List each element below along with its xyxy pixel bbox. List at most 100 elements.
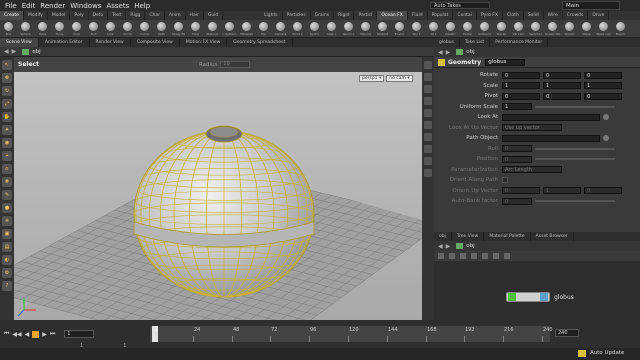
paint-tool-icon[interactable]: ✎	[2, 190, 12, 200]
pane-tab-5[interactable]: Geometry Spreadsheet	[227, 38, 293, 47]
shelf-tool-17[interactable]: Point L	[289, 20, 306, 38]
display-tool-icon[interactable]: ◐	[2, 255, 12, 265]
shelf-tool-22[interactable]: Distant	[374, 20, 391, 38]
shelf-tool-21[interactable]: Volume	[357, 20, 374, 38]
network-canvas[interactable]: globus	[434, 261, 640, 320]
shelf-tool-4[interactable]: Grid	[68, 20, 85, 38]
net-forward-icon[interactable]: ▶	[446, 243, 451, 250]
menu-edit[interactable]: Edit	[22, 2, 36, 10]
shelf-tool-36[interactable]: Beach	[612, 20, 629, 38]
shelf-tool-19[interactable]: Area L	[323, 20, 340, 38]
shelf-tool-31[interactable]: Switcher	[527, 20, 544, 38]
net-grid-icon[interactable]	[438, 253, 444, 259]
param-field[interactable]: 0	[502, 155, 532, 163]
camera-menu[interactable]: no cam ▾	[386, 75, 413, 82]
current-frame-field[interactable]: 1	[64, 330, 95, 338]
view-tool-icon[interactable]: ◉	[2, 138, 12, 148]
menu-windows[interactable]: Windows	[70, 2, 101, 10]
param-field[interactable]: 0	[543, 71, 581, 79]
template-icon[interactable]	[424, 145, 432, 153]
handle-tool-icon[interactable]: ✋	[2, 112, 12, 122]
radius-field[interactable]: 10	[220, 61, 251, 68]
shelf-tool-23[interactable]: Enviro	[391, 20, 408, 38]
shelf-tool-27[interactable]: Portal	[459, 20, 476, 38]
viewport-path[interactable]: obj	[32, 49, 40, 55]
net-flag-icon[interactable]	[504, 253, 510, 259]
goto-end-icon[interactable]: ⏭	[50, 330, 55, 338]
shelf-tool-34[interactable]: Wave	[578, 20, 595, 38]
menu-render[interactable]: Render	[40, 2, 65, 10]
lighting-icon[interactable]	[424, 97, 432, 105]
param-field[interactable]: 1	[543, 82, 581, 90]
pane-tab-0[interactable]: Scene View	[0, 38, 39, 47]
shaded-icon[interactable]	[424, 85, 432, 93]
light-tool-icon[interactable]: ☀	[2, 216, 12, 226]
shelf-tool-24[interactable]: Sky L	[408, 20, 425, 38]
param-field[interactable]: 1	[502, 82, 540, 90]
network-tab-2[interactable]: Material Palette	[484, 232, 531, 241]
shelf-tool-3[interactable]: Torus	[51, 20, 68, 38]
take-selector[interactable]: Auto Takes	[430, 2, 490, 9]
param-field[interactable]: 0	[502, 197, 532, 205]
display-options-icon[interactable]	[424, 61, 432, 69]
prims-icon[interactable]	[424, 133, 432, 141]
shelf-tool-7[interactable]: Circle	[119, 20, 136, 38]
shelf-tool-28[interactable]: Ambient	[476, 20, 493, 38]
shelf-tool-20[interactable]: Geom L	[340, 20, 357, 38]
shelf-tool-11[interactable]: Font	[187, 20, 204, 38]
points-icon[interactable]	[424, 121, 432, 129]
render-flag-icon[interactable]	[540, 293, 548, 301]
rotate-tool-icon[interactable]: ↻	[2, 86, 12, 96]
param-back-icon[interactable]: ◀	[438, 49, 443, 56]
net-color-icon[interactable]	[471, 253, 477, 259]
ghost-icon[interactable]	[424, 157, 432, 165]
shelf-tool-30[interactable]: VR Cam	[510, 20, 527, 38]
pane-tab-1[interactable]: Animation Editor	[39, 38, 90, 47]
param-field[interactable]: 0	[543, 92, 581, 100]
net-list-icon[interactable]	[449, 253, 455, 259]
shelf-tool-1[interactable]: Sphere	[17, 20, 34, 38]
shelf-tool-13[interactable]: L-System	[221, 20, 238, 38]
wireframe-icon[interactable]	[424, 73, 432, 81]
network-path[interactable]: obj	[466, 243, 474, 249]
shelf-tool-29[interactable]: Stereo	[493, 20, 510, 38]
shelf-tool-0[interactable]: Box	[0, 20, 17, 38]
shelf-tool-12[interactable]: Platonic	[204, 20, 221, 38]
pane-tab-3[interactable]: Composite View	[131, 38, 180, 47]
param-checkbox[interactable]	[502, 177, 508, 184]
globus-node[interactable]	[506, 292, 550, 302]
help-tool-icon[interactable]: ?	[2, 281, 12, 291]
back-arrow-icon[interactable]: ◀	[4, 48, 9, 55]
menu-help[interactable]: Help	[134, 2, 150, 10]
network-tab-0[interactable]: obj	[434, 232, 452, 241]
param-picker-icon[interactable]	[603, 135, 609, 142]
magnet-tool-icon[interactable]: ∩	[2, 164, 12, 174]
shelf-tool-33[interactable]: Splash	[561, 20, 578, 38]
desktop-selector[interactable]: Main	[562, 1, 620, 10]
node-name-field[interactable]: globus	[485, 58, 526, 66]
param-field[interactable]	[502, 134, 600, 142]
transform-tool-icon[interactable]: ✥	[2, 73, 12, 83]
param-field[interactable]: 0	[584, 92, 622, 100]
shelf-tool-35[interactable]: Wave Lay	[595, 20, 612, 38]
select-tool-icon[interactable]: ↖	[2, 60, 12, 70]
shelf-tool-5[interactable]: Null	[85, 20, 102, 38]
render-tool-icon[interactable]: ●	[2, 203, 12, 213]
scene-canvas[interactable]	[14, 72, 422, 320]
pose-tool-icon[interactable]: ✦	[2, 125, 12, 135]
param-slider[interactable]	[535, 147, 615, 150]
shelf-tool-9[interactable]: Path	[153, 20, 170, 38]
network-tab-3[interactable]: Asset Browser	[531, 232, 574, 241]
param-field[interactable]: 0	[502, 187, 540, 195]
param-forward-icon[interactable]: ▶	[446, 49, 451, 56]
shelf-tool-10[interactable]: Spray Pa	[170, 20, 187, 38]
pane-tab-4[interactable]: Motion FX View	[180, 38, 228, 47]
param-field[interactable]: 1	[584, 82, 622, 90]
grid-tool-icon[interactable]: #	[2, 177, 12, 187]
param-path[interactable]: obj	[466, 49, 474, 55]
auto-update-label[interactable]: Auto Update	[590, 350, 624, 356]
net-layout-icon[interactable]	[460, 253, 466, 259]
menu-assets[interactable]: Assets	[106, 2, 129, 10]
playhead[interactable]	[152, 326, 158, 342]
net-shape-icon[interactable]	[482, 253, 488, 259]
